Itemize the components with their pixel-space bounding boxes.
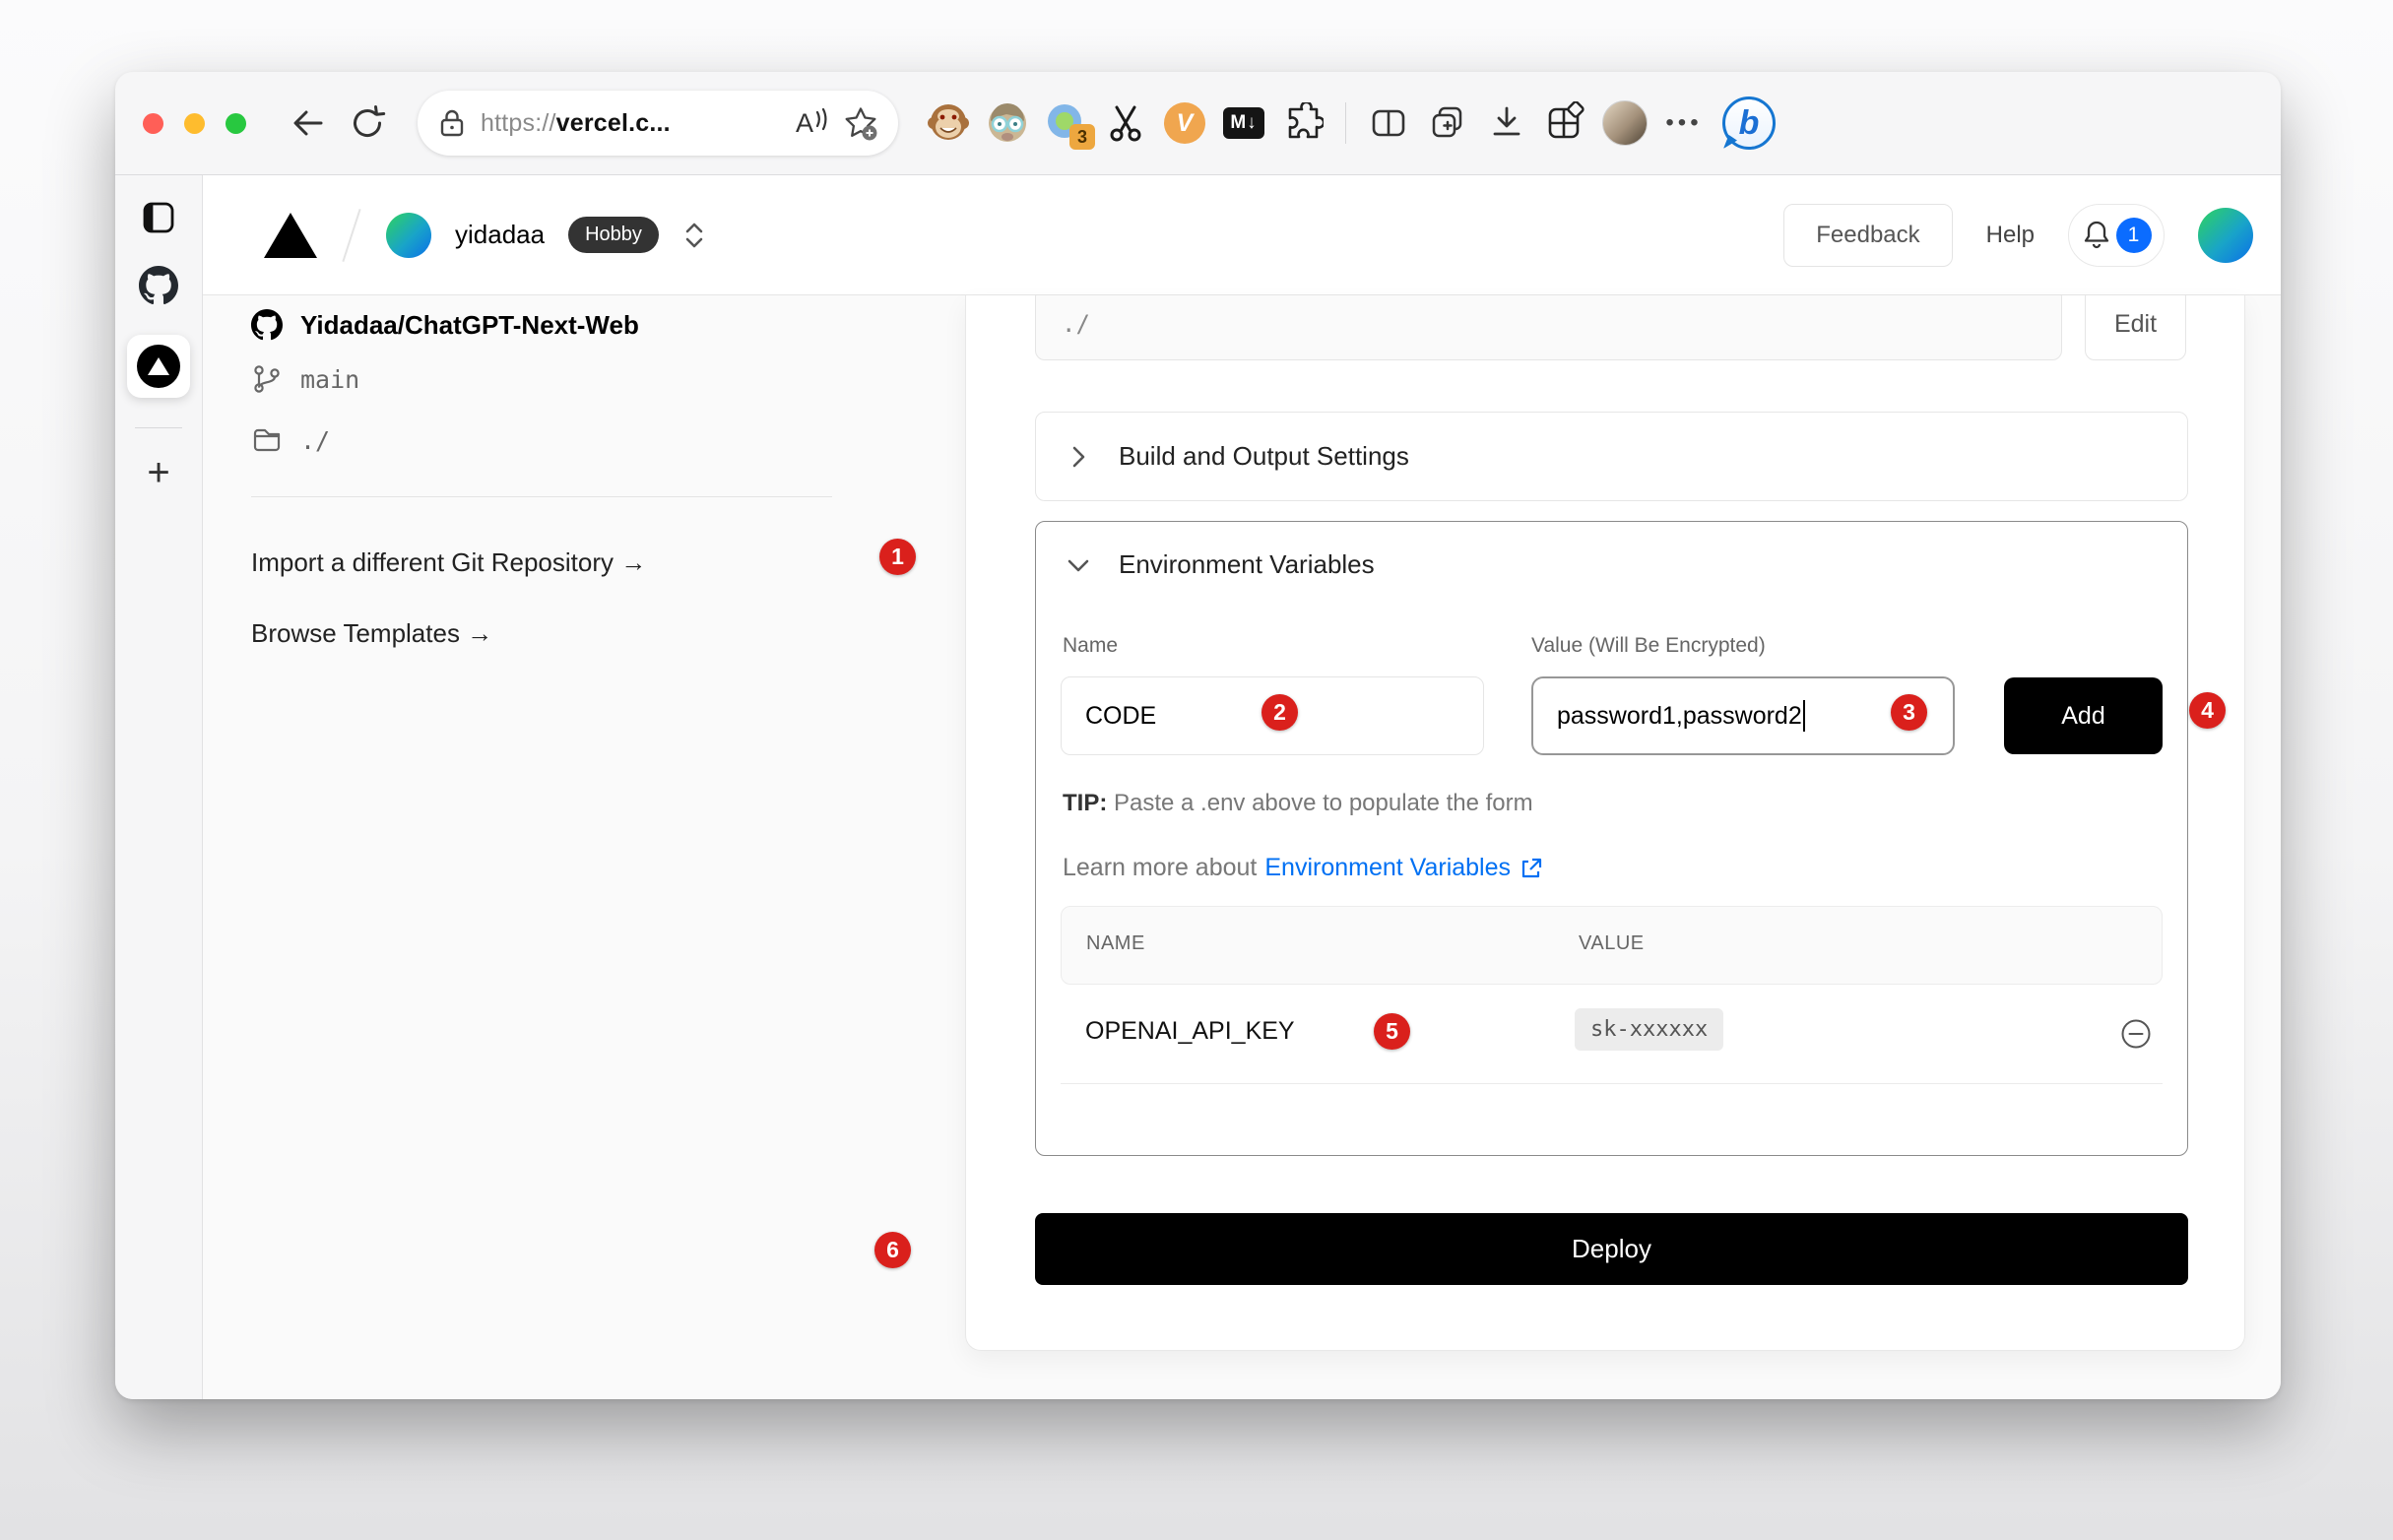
column-divider bbox=[251, 496, 832, 497]
env-variables-link[interactable]: Environment Variables bbox=[1264, 854, 1511, 882]
user-avatar[interactable] bbox=[2198, 208, 2253, 263]
name-label: Name bbox=[1063, 634, 1118, 658]
url-scheme: https:// bbox=[481, 109, 556, 137]
breadcrumb-slash bbox=[342, 209, 360, 262]
notification-count-badge: 1 bbox=[2116, 218, 2152, 253]
vercel-page: yidadaa Hobby Feedback Help 1 bbox=[203, 175, 2281, 1399]
translate-extension-icon[interactable]: 3 bbox=[1044, 100, 1089, 146]
import-git-repo-link[interactable]: Import a different Git Repository → bbox=[251, 547, 646, 578]
value-label: Value (Will Be Encrypted) bbox=[1531, 634, 1766, 658]
add-sidebar-item-icon[interactable]: + bbox=[147, 458, 169, 487]
vercel-logo[interactable] bbox=[264, 213, 317, 258]
notifications-button[interactable]: 1 bbox=[2068, 204, 2165, 267]
traffic-lights bbox=[143, 113, 246, 134]
url-text: https://vercel.c... bbox=[481, 109, 671, 138]
tip-text: TIP: Paste a .env above to populate the … bbox=[1063, 790, 1533, 817]
settings-more-icon[interactable]: ••• bbox=[1661, 100, 1707, 146]
annotation-badge-1: 1 bbox=[879, 539, 916, 575]
address-bar[interactable]: https://vercel.c... A bbox=[418, 91, 898, 156]
extension-counter-badge: 3 bbox=[1069, 124, 1095, 150]
chevron-right-icon bbox=[1066, 444, 1091, 470]
vercel-app-tab[interactable] bbox=[127, 335, 190, 398]
build-output-settings-section[interactable]: Build and Output Settings bbox=[1035, 412, 2188, 501]
deploy-button[interactable]: Deploy bbox=[1035, 1213, 2188, 1285]
table-header-value: VALUE bbox=[1579, 932, 1645, 955]
edit-button[interactable]: Edit bbox=[2085, 295, 2186, 360]
collections-icon[interactable] bbox=[1425, 100, 1470, 146]
journal-sidebar-icon[interactable] bbox=[140, 199, 177, 236]
env-table-row: OPENAI_API_KEY sk-xxxxxx bbox=[1061, 985, 2163, 1083]
v-capture-extension-icon[interactable]: V bbox=[1162, 100, 1207, 146]
feedback-button[interactable]: Feedback bbox=[1783, 204, 1952, 267]
annotation-badge-6: 6 bbox=[874, 1232, 911, 1268]
text-cursor bbox=[1803, 700, 1805, 732]
env-section-header[interactable]: Environment Variables bbox=[1066, 549, 1375, 580]
root-directory-input[interactable]: ./ bbox=[1035, 295, 2062, 360]
team-switcher-icon[interactable] bbox=[682, 220, 706, 251]
help-link[interactable]: Help bbox=[1986, 222, 2035, 249]
github-repo-icon bbox=[251, 309, 283, 341]
bell-icon bbox=[2082, 220, 2111, 251]
avatar-extension-icon[interactable] bbox=[985, 100, 1030, 146]
vercel-header: yidadaa Hobby Feedback Help 1 bbox=[203, 175, 2281, 295]
workspaces-icon[interactable] bbox=[1543, 100, 1588, 146]
minimize-window-button[interactable] bbox=[184, 113, 205, 134]
downloads-icon[interactable] bbox=[1484, 100, 1529, 146]
root-directory-text: ./ bbox=[300, 426, 330, 455]
read-aloud-icon[interactable]: A bbox=[796, 108, 829, 139]
refresh-icon[interactable] bbox=[345, 100, 390, 146]
folder-icon bbox=[251, 424, 283, 456]
zoom-window-button[interactable] bbox=[226, 113, 246, 134]
import-summary-column: Yidadaa/ChatGPT-Next-Web main ./ bbox=[251, 301, 901, 669]
profile-avatar[interactable] bbox=[1602, 100, 1648, 146]
annotation-badge-2: 2 bbox=[1261, 694, 1298, 731]
browser-toolbar: https://vercel.c... A 3 V M↓ bbox=[115, 72, 2281, 174]
row-divider bbox=[1061, 1083, 2163, 1084]
browse-templates-link[interactable]: Browse Templates → bbox=[251, 618, 492, 649]
env-row-name: OPENAI_API_KEY bbox=[1085, 1017, 1295, 1046]
learn-more-text: Learn more about Environment Variables bbox=[1063, 854, 1544, 882]
extensions-puzzle-icon[interactable] bbox=[1280, 100, 1326, 146]
github-sidebar-icon[interactable] bbox=[139, 266, 178, 305]
plan-badge: Hobby bbox=[568, 217, 659, 253]
url-host: vercel.c... bbox=[556, 109, 671, 137]
repo-name: Yidadaa/ChatGPT-Next-Web bbox=[300, 310, 639, 341]
add-button[interactable]: Add bbox=[2004, 677, 2163, 754]
team-name[interactable]: yidadaa bbox=[455, 220, 545, 250]
vercel-favicon bbox=[137, 345, 180, 388]
env-row-value-chip: sk-xxxxxx bbox=[1575, 1008, 1723, 1051]
favorite-star-icon[interactable] bbox=[843, 105, 878, 141]
team-avatar bbox=[386, 213, 431, 258]
edge-sidebar: + bbox=[115, 175, 203, 1399]
env-section-title: Environment Variables bbox=[1119, 549, 1375, 580]
back-icon[interactable] bbox=[286, 100, 331, 146]
lock-icon bbox=[437, 107, 467, 139]
annotation-badge-4: 4 bbox=[2189, 692, 2226, 729]
annotation-badge-5: 5 bbox=[1374, 1013, 1410, 1050]
scissors-extension-icon[interactable] bbox=[1103, 100, 1148, 146]
env-table-header: NAME VALUE bbox=[1061, 906, 2163, 985]
external-link-icon bbox=[1519, 856, 1544, 881]
page-content: Yidadaa/ChatGPT-Next-Web main ./ bbox=[203, 295, 2281, 1399]
sidebar-divider bbox=[135, 427, 182, 428]
configure-project-card: ./ Edit Build and Output Settings bbox=[965, 295, 2245, 1351]
annotation-badge-3: 3 bbox=[1891, 694, 1927, 731]
monkey-extension-icon[interactable] bbox=[926, 100, 971, 146]
build-settings-title: Build and Output Settings bbox=[1119, 441, 1409, 472]
git-branch-icon bbox=[251, 363, 283, 395]
browser-window: https://vercel.c... A 3 V M↓ bbox=[115, 72, 2281, 1399]
chevron-down-icon bbox=[1066, 552, 1091, 578]
split-screen-icon[interactable] bbox=[1366, 100, 1411, 146]
table-header-name: NAME bbox=[1086, 932, 1145, 955]
markdown-extension-icon[interactable]: M↓ bbox=[1221, 100, 1266, 146]
bing-chat-icon[interactable]: b bbox=[1720, 100, 1778, 146]
remove-variable-icon[interactable] bbox=[2119, 1017, 2153, 1051]
close-window-button[interactable] bbox=[143, 113, 163, 134]
environment-variables-section: Environment Variables Name Value (Will B… bbox=[1035, 521, 2188, 1156]
branch-name: main bbox=[300, 365, 359, 394]
toolbar-divider bbox=[1345, 102, 1346, 144]
